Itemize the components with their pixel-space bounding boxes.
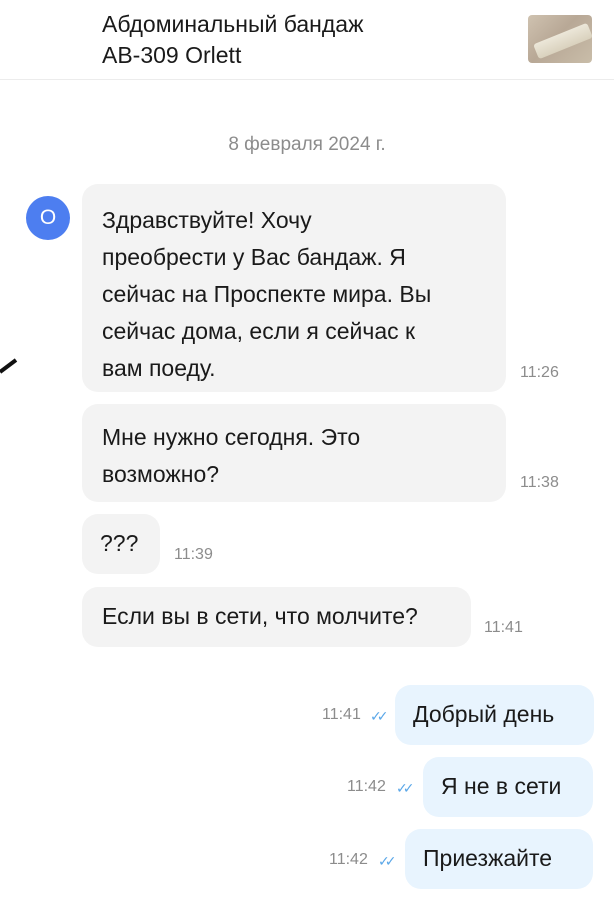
- message-bubble-incoming[interactable]: ??? 11:39: [82, 514, 213, 574]
- message-time: 11:39: [174, 546, 213, 563]
- message-bubble-outgoing[interactable]: Добрый день: [395, 685, 594, 745]
- bandage-image: [533, 22, 592, 60]
- message-text: ???: [100, 530, 139, 556]
- message-bubble-incoming[interactable]: Здравствуйте! Хочу преобрести у Вас банд…: [82, 184, 559, 392]
- avatar[interactable]: O: [26, 196, 70, 240]
- message-text: Приезжайте: [423, 845, 553, 871]
- product-thumbnail[interactable]: [528, 15, 592, 63]
- date-separator: 8 февраля 2024 г.: [228, 134, 386, 155]
- message-time: 11:38: [520, 474, 559, 491]
- message-text: Если вы в сети, что молчите?: [102, 603, 418, 629]
- message-time: 11:42: [329, 851, 368, 868]
- message-text: Добрый день: [413, 701, 555, 727]
- message-text: Здравствуйте! Хочу преобрести у Вас банд…: [102, 207, 432, 381]
- message-text: Мне нужно сегодня. Это возможно?: [102, 424, 361, 487]
- product-title-line1: Абдоминальный бандаж: [102, 11, 364, 37]
- message-time: 11:41: [484, 619, 523, 636]
- message-text: Я не в сети: [441, 773, 562, 799]
- message-time: 11:26: [520, 364, 559, 381]
- message-time: 11:41: [322, 706, 361, 723]
- message-bubble-incoming[interactable]: Если вы в сети, что молчите? 11:41: [82, 587, 523, 647]
- message-bubble-outgoing[interactable]: Приезжайте: [405, 829, 593, 889]
- product-title-line2: AB-309 Orlett: [102, 42, 242, 68]
- cursor-mark: [0, 358, 18, 374]
- product-title[interactable]: Абдоминальный бандаж AB-309 Orlett: [102, 9, 363, 71]
- message-bubble-outgoing[interactable]: Я не в сети: [423, 757, 593, 817]
- double-check-icon: ✓✓: [396, 780, 415, 796]
- message-bubble-incoming[interactable]: Мне нужно сегодня. Это возможно? 11:38: [82, 404, 559, 502]
- double-check-icon: ✓✓: [378, 853, 397, 869]
- double-check-icon: ✓✓: [370, 708, 389, 724]
- chat-header[interactable]: Абдоминальный бандаж AB-309 Orlett: [0, 0, 614, 80]
- message-time: 11:42: [347, 778, 386, 795]
